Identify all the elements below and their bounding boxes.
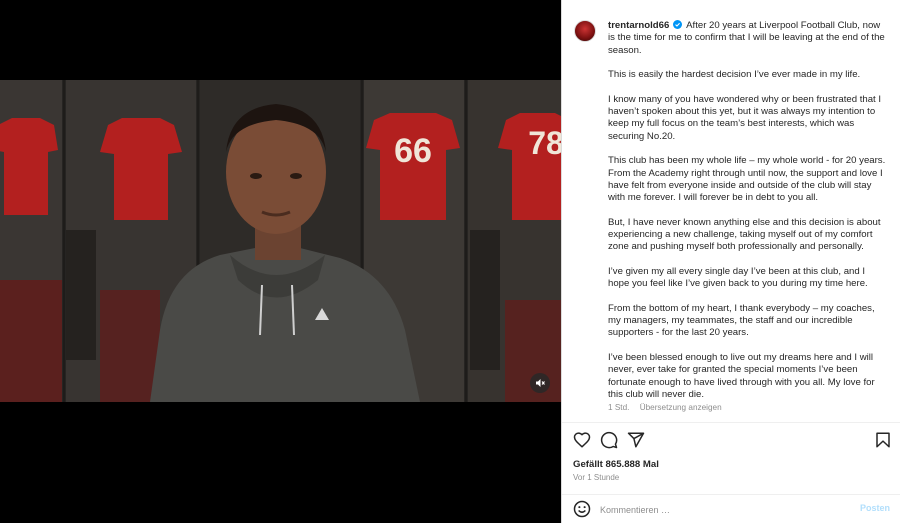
video-player[interactable]: 66 78 xyxy=(0,80,561,402)
emoji-icon[interactable] xyxy=(573,500,591,518)
share-icon[interactable] xyxy=(627,431,645,449)
video-frame: 66 78 xyxy=(0,80,561,402)
caption-time: 1 Std. xyxy=(608,403,630,412)
post-timestamp[interactable]: Vor 1 Stunde xyxy=(573,473,619,482)
heart-icon[interactable] xyxy=(573,431,591,449)
caption-paragraph: But, I have never known anything else an… xyxy=(608,216,881,253)
avatar[interactable] xyxy=(574,20,596,42)
jersey-number-66: 66 xyxy=(394,132,432,170)
likes-count[interactable]: Gefällt 865.888 Mal xyxy=(573,459,659,470)
bookmark-icon[interactable] xyxy=(874,431,892,449)
caption-paragraph: I know many of you have wondered why or … xyxy=(608,93,882,142)
post-caption: trentarnold66 After 20 years at Liverpoo… xyxy=(608,20,889,414)
post-panel: trentarnold66 After 20 years at Liverpoo… xyxy=(561,0,900,523)
caption-paragraph: I’ve given my all every single day I’ve … xyxy=(608,265,868,290)
mute-button[interactable] xyxy=(530,373,550,393)
post-comment-button[interactable]: Posten xyxy=(860,503,890,513)
comment-icon[interactable] xyxy=(600,431,618,449)
caption-paragraph: This is easily the hardest decision I’ve… xyxy=(608,69,861,81)
caption-meta: 1 Std. Übersetzung anzeigen xyxy=(608,403,722,412)
verified-badge-icon xyxy=(672,20,682,29)
comment-bar: Posten xyxy=(562,494,900,523)
caption-paragraph: From the bottom of my heart, I thank eve… xyxy=(608,302,875,339)
caption-paragraph: I’ve been blessed enough to live out my … xyxy=(608,352,875,400)
jersey-number-78: 78 xyxy=(528,125,561,161)
media-area: 66 78 xyxy=(0,0,561,523)
post-actions: Gefällt 865.888 Mal Vor 1 Stunde xyxy=(562,422,900,494)
caption-scroll-area[interactable]: trentarnold66 After 20 years at Liverpoo… xyxy=(562,0,900,422)
caption-paragraph: This club has been my whole life – my wh… xyxy=(608,155,886,204)
comment-input[interactable] xyxy=(600,502,840,517)
speaker-muted-icon xyxy=(536,379,545,387)
translate-link[interactable]: Übersetzung anzeigen xyxy=(640,403,722,412)
username-link[interactable]: trentarnold66 xyxy=(608,20,669,31)
